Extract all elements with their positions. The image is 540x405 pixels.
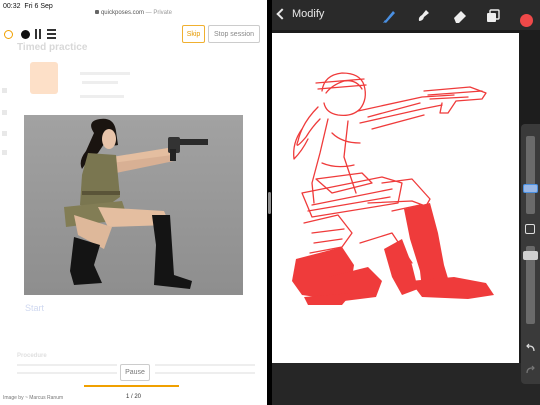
brush-size-knob[interactable] bbox=[523, 184, 538, 193]
pose-counter: 1 / 20 bbox=[125, 394, 141, 400]
timer-progress-bar bbox=[84, 385, 179, 387]
date-text: Fri 6 Sep bbox=[24, 3, 53, 10]
background-text-line bbox=[17, 372, 117, 374]
background-text-line bbox=[17, 364, 117, 366]
procreate-pane: Modify bbox=[272, 0, 540, 405]
undo-icon[interactable] bbox=[525, 342, 536, 353]
procreate-sidebar bbox=[521, 124, 540, 384]
background-text-line bbox=[80, 72, 130, 75]
dark-mode-icon[interactable] bbox=[21, 30, 30, 39]
time-text: 00:32 bbox=[3, 3, 21, 10]
procreate-toolbar: Modify bbox=[272, 0, 540, 30]
private-label: — Private bbox=[145, 10, 173, 16]
background-text-line bbox=[155, 364, 255, 366]
background-section-heading: Procedure bbox=[17, 353, 47, 359]
smudge-icon[interactable] bbox=[415, 8, 431, 24]
opacity-knob[interactable] bbox=[523, 251, 538, 260]
back-button[interactable]: Modify bbox=[276, 8, 325, 20]
background-page-title: Timed practice bbox=[17, 42, 88, 53]
pose-reference-photo bbox=[24, 115, 243, 295]
pause-button[interactable]: Pause bbox=[120, 364, 150, 381]
modify-label: Modify bbox=[292, 8, 325, 20]
grid-icon[interactable] bbox=[47, 29, 56, 39]
status-bar: 00:32 Fri 6 Sep quickposes.com — Private bbox=[0, 0, 267, 20]
safari-pane: 00:32 Fri 6 Sep quickposes.com — Private… bbox=[0, 0, 267, 405]
timer-ring-icon[interactable] bbox=[4, 30, 13, 39]
url-text: quickposes.com bbox=[100, 10, 144, 16]
background-text-line bbox=[155, 372, 255, 374]
status-time: 00:32 Fri 6 Sep bbox=[3, 3, 53, 10]
background-text-line bbox=[80, 95, 124, 98]
drawing-canvas[interactable] bbox=[272, 33, 519, 363]
brush-icon[interactable] bbox=[381, 8, 397, 24]
skip-button[interactable]: Skip bbox=[182, 25, 205, 43]
background-start-link: Start bbox=[25, 303, 45, 313]
chevron-left-icon bbox=[276, 8, 288, 20]
pause-icon[interactable] bbox=[35, 29, 41, 39]
quickposes-logo-icon bbox=[30, 62, 58, 94]
gesture-sketch bbox=[292, 72, 494, 305]
url-bar[interactable]: quickposes.com — Private bbox=[0, 10, 267, 16]
stop-session-button[interactable]: Stop session bbox=[208, 25, 260, 43]
brush-size-slider[interactable] bbox=[526, 136, 535, 214]
lock-icon bbox=[94, 10, 99, 15]
divider-handle[interactable] bbox=[268, 192, 271, 214]
modify-button[interactable] bbox=[525, 224, 535, 234]
layers-icon[interactable] bbox=[485, 8, 501, 24]
canvas-bottom-area bbox=[272, 363, 540, 405]
eraser-icon[interactable] bbox=[452, 8, 468, 24]
redo-icon[interactable] bbox=[525, 364, 536, 375]
color-picker-button[interactable] bbox=[520, 14, 533, 27]
background-text-line bbox=[82, 81, 118, 84]
